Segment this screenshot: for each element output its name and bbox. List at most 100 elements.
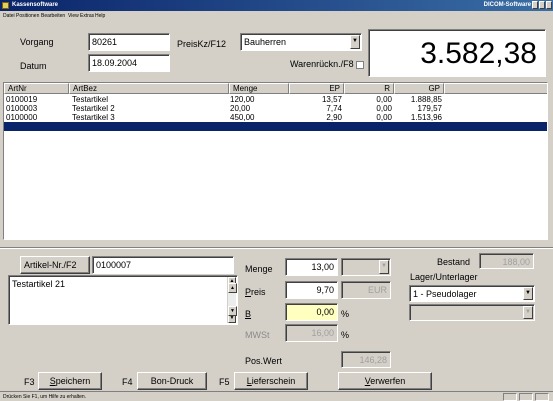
chevron-down-icon[interactable]: ▼ [523, 306, 533, 319]
f4-key: F4 [122, 377, 133, 387]
cell-menge: 450,00 [230, 113, 255, 122]
menu-extras[interactable]: Extras [80, 13, 94, 19]
cell-gp: 1.513,96 [410, 113, 442, 122]
status-pane [535, 393, 549, 401]
status-pane [519, 393, 533, 401]
table-header: ArtNr ArtBez Menge EP R GP [4, 83, 547, 94]
bon-druck-button[interactable]: Bon-Druck [137, 372, 207, 390]
currency-field: EUR [341, 281, 391, 299]
menge-label: Menge [245, 264, 273, 274]
lager-value: 1 - Pseudolager [413, 289, 477, 299]
vorgang-label: Vorgang [20, 37, 54, 47]
minimize-button[interactable] [532, 1, 538, 9]
maximize-button[interactable] [539, 1, 545, 9]
datum-label: Datum [20, 61, 47, 71]
table-row[interactable]: 0100000 Testartikel 3 450,00 2,90 0,00 1… [4, 113, 547, 122]
lager-dropdown[interactable]: 1 - Pseudolager ▼ [409, 285, 535, 302]
total-amount: 3.582,38 [368, 29, 546, 77]
f5-key: F5 [219, 377, 230, 387]
menu-help[interactable]: Help [95, 13, 105, 19]
description-memo[interactable]: Testartikel 21 ▲ ▼ [8, 275, 238, 325]
datum-field[interactable]: 18.09.2004 [88, 54, 170, 72]
checkbox-icon[interactable] [355, 60, 364, 69]
unterlager-dropdown[interactable]: ▼ [409, 304, 535, 321]
col-artnr[interactable]: ArtNr [4, 83, 69, 94]
cell-r: 0,00 [376, 104, 392, 113]
vendor-name: DICOM-Software [483, 2, 531, 8]
cell-artbez: Testartikel [72, 95, 109, 104]
bestand-label: Bestand [437, 257, 471, 267]
positions-table[interactable]: ArtNr ArtBez Menge EP R GP 0100019 Testa… [3, 82, 548, 240]
speichern-button[interactable]: Speichern [38, 372, 102, 390]
table-row[interactable]: 0100003 Testartikel 2 20,00 7,74 0,00 17… [4, 104, 547, 113]
col-artbez[interactable]: ArtBez [69, 83, 229, 94]
f3-key: F3 [24, 377, 35, 387]
cell-ep: 13,57 [321, 95, 342, 104]
scroll-up-icon[interactable]: ▲ [228, 283, 237, 293]
warenrueck-checkbox[interactable]: Warenrückn./F8 [290, 59, 364, 69]
bestand-field: 188,00 [479, 253, 534, 269]
menu-bearbeiten[interactable]: Bearbeiten [41, 13, 65, 19]
cell-artbez: Testartikel 3 [72, 113, 115, 122]
preiskz-label: PreisKz/F12 [177, 39, 227, 49]
menu-datei[interactable]: Datei [3, 13, 15, 19]
cell-r: 0,00 [376, 95, 392, 104]
chevron-down-icon[interactable]: ▼ [523, 287, 533, 300]
cell-menge: 20,00 [230, 104, 251, 113]
b-label: B [245, 309, 252, 319]
chevron-down-icon[interactable]: ▼ [379, 260, 389, 274]
main-window: Kassensoftware DICOM-Software Datei Posi… [0, 0, 553, 401]
artikel-nr-field[interactable]: 0100007 [92, 256, 234, 274]
rabatt-field[interactable]: 0,00 [285, 303, 338, 321]
preiskz-dropdown[interactable]: Bauherren ▼ [240, 33, 362, 51]
col-r[interactable]: R [344, 83, 394, 94]
lager-label: Lager/Unterlager [410, 272, 478, 282]
status-bar: Drücken Sie F1, um Hilfe zu erhalten. [0, 391, 553, 401]
title-bar[interactable]: Kassensoftware DICOM-Software [0, 0, 553, 11]
percent-label: % [341, 309, 350, 319]
scroll-down-icon[interactable]: ▼ [228, 306, 237, 316]
col-ep[interactable]: EP [289, 83, 344, 94]
window-title: Kassensoftware [12, 2, 59, 8]
preiskz-value: Bauherren [244, 37, 287, 47]
cell-artnr: 0100000 [6, 113, 38, 122]
poswert-label: Pos.Wert [245, 356, 282, 366]
percent-label: % [341, 330, 350, 340]
description-text: Testartikel 21 [12, 279, 66, 289]
cell-artnr: 0100003 [6, 104, 38, 113]
menu-bar: Datei Positionen Bearbeiten View Extras … [0, 11, 553, 20]
col-menge[interactable]: Menge [229, 83, 289, 94]
preis-label: Preis [245, 287, 266, 297]
lieferschein-button[interactable]: Lieferschein [234, 372, 308, 390]
mwst-label: MWSt [245, 330, 270, 340]
cell-menge: 120,00 [230, 95, 255, 104]
chevron-down-icon[interactable]: ▼ [350, 35, 360, 49]
cell-ep: 2,90 [326, 113, 342, 122]
cell-gp: 1.888,85 [410, 95, 442, 104]
cell-artbez: Testartikel 2 [72, 104, 115, 113]
status-hint: Drücken Sie F1, um Hilfe zu erhalten. [3, 394, 87, 400]
col-gp[interactable]: GP [394, 83, 444, 94]
cell-gp: 179,57 [417, 104, 442, 113]
close-button[interactable] [546, 1, 552, 9]
poswert-field: 146,28 [341, 351, 391, 368]
preis-field[interactable]: 9,70 [285, 281, 338, 299]
divider [0, 247, 553, 249]
menu-positionen[interactable]: Positionen [16, 13, 39, 19]
col-empty [444, 83, 547, 94]
menge-field[interactable]: 13,00 [285, 258, 338, 276]
artikel-nr-button[interactable]: Artikel-Nr./F2 [20, 256, 90, 274]
table-row[interactable]: 0100019 Testartikel 120,00 13,57 0,00 1.… [4, 95, 547, 104]
status-pane [503, 393, 517, 401]
verwerfen-button[interactable]: Verwerfen [338, 372, 432, 390]
unit-dropdown[interactable]: ▼ [341, 258, 391, 276]
mwst-field: 16,00 [285, 324, 338, 342]
menu-view[interactable]: View [68, 13, 79, 19]
warenrueck-label: Warenrückn./F8 [290, 59, 354, 69]
cell-artnr: 0100019 [6, 95, 38, 104]
vorgang-field[interactable]: 80261 [88, 33, 170, 51]
app-icon [2, 2, 9, 9]
cell-r: 0,00 [376, 113, 392, 122]
cell-ep: 7,74 [326, 104, 342, 113]
selected-row[interactable] [4, 122, 547, 131]
